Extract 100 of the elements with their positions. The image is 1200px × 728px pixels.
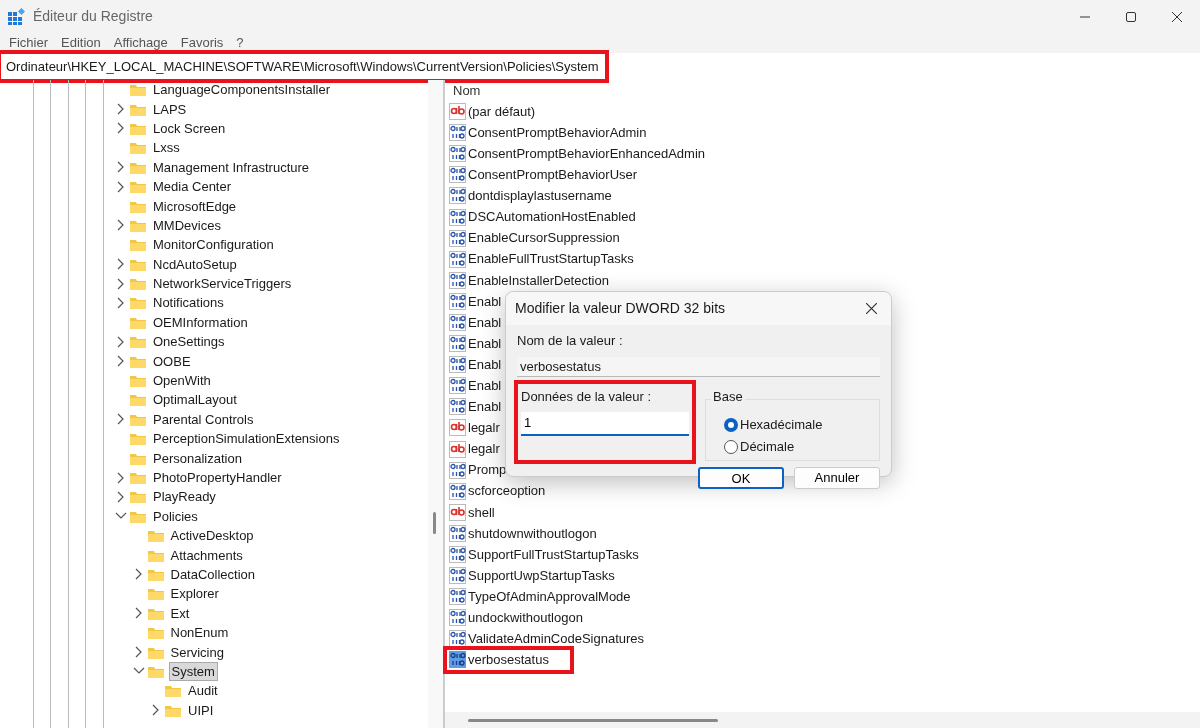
value-name[interactable]: SupportUwpStartupTasks [468,565,615,586]
value-name[interactable]: ConsentPromptBehaviorAdmin [468,122,647,143]
ok-button[interactable]: OK [698,467,784,489]
tree-item[interactable]: PlayReady [151,488,218,506]
scrollbar-thumb[interactable] [468,719,718,722]
tree-item[interactable]: PhotoPropertyHandler [151,469,284,486]
tree-item[interactable]: OneSettings [151,333,227,351]
value-name[interactable]: Enabl [468,354,502,375]
value-name[interactable]: shell [468,502,495,523]
tree-item[interactable]: Explorer [168,585,221,603]
value-name[interactable]: Enabl [468,397,502,417]
scrollbar-thumb[interactable] [433,512,436,534]
value-name[interactable]: shutdownwithoutlogon [468,523,597,544]
value-name[interactable]: dontdisplaylastusername [468,186,612,206]
value-name[interactable]: scforceoption [468,481,546,501]
folder-icon [130,160,146,174]
tree-item[interactable]: NcdAutoSetup [151,255,239,273]
dialog-title: Modifier la valeur DWORD 32 bits [515,299,726,318]
folder-icon [147,529,164,543]
tree-item[interactable]: OEMInformation [151,313,250,331]
folder-icon [130,277,146,291]
value-name[interactable]: ConsentPromptBehaviorUser [468,165,638,185]
close-icon [1172,11,1182,22]
tree-item[interactable]: Notifications [151,294,226,312]
tree-item[interactable]: MMDevices [151,216,223,234]
folder-icon [130,490,146,504]
value-name[interactable]: ConsentPromptBehaviorEnhancedAdmin [468,144,706,164]
folder-icon [130,374,146,388]
tree-item[interactable]: OpenWith [151,372,213,390]
tree-item[interactable]: DataCollection [168,565,258,583]
tree-item[interactable]: OptimalLayout [151,391,239,409]
tree-item[interactable]: Personalization [151,449,244,467]
tree-item[interactable]: Lock Screen [151,119,228,137]
folder-icon [130,451,146,465]
menu-item[interactable]: Affichage [113,33,168,53]
value-name[interactable]: (par défaut) [468,101,536,122]
tree-item[interactable]: Attachments [168,546,245,564]
tree-item[interactable]: PerceptionSimulationExtensions [151,430,342,448]
value-name[interactable]: Enabl [468,291,502,312]
tree-item[interactable]: NetworkServiceTriggers [151,275,294,293]
value-name[interactable]: DSCAutomationHostEnabled [468,207,636,227]
folder-icon [130,218,146,232]
window-title: Éditeur du Registre [33,7,153,26]
value-name[interactable]: undockwithoutlogon [468,608,583,628]
folder-icon [147,645,164,659]
value-name[interactable]: EnableFullTrustStartupTasks [468,249,634,269]
folder-icon [165,684,181,698]
menu-item[interactable]: Edition [61,33,101,53]
tree-item[interactable]: System [168,661,218,681]
radio-button[interactable] [724,440,738,454]
tree-item[interactable]: NonEnum [168,624,231,642]
folder-icon [130,432,146,446]
close-icon [865,303,877,314]
folder-icon [130,509,146,523]
folder-icon [147,567,164,581]
radio-label[interactable]: Hexadécimale [740,415,823,435]
tree-item[interactable]: LAPS [151,100,189,118]
folder-icon [130,102,146,116]
value-name[interactable]: legalr [468,439,500,459]
tree-item[interactable]: Audit [186,682,220,700]
tree-item[interactable]: LanguageComponentsInstaller [151,81,333,99]
cancel-button[interactable]: Annuler [794,467,880,489]
value-name[interactable]: Enabl [468,333,502,354]
address-field[interactable]: Ordinateur\HKEY_LOCAL_MACHINE\SOFTWARE\Microsoft\Windows\CurrentVersion\Policies\System [6,56,599,77]
value-name[interactable]: Enabl [468,312,502,333]
field-label: Nom de la valeur : [517,332,624,350]
tree-item[interactable]: Lxss [151,139,182,157]
tree-item[interactable]: MonitorConfiguration [151,236,276,254]
folder-icon [130,257,146,271]
tree-item[interactable]: Parental Controls [151,410,256,428]
maximize-icon [1126,11,1136,22]
folder-icon [130,141,146,155]
column-header[interactable]: Nom [449,80,1200,101]
folder-icon [130,471,146,484]
tree-item[interactable]: Media Center [151,178,234,196]
value-name[interactable]: EnableInstallerDetection [468,270,609,291]
menu-item[interactable]: Fichier [9,33,48,53]
value-name[interactable]: TypeOfAdminApprovalMode [468,586,631,607]
folder-icon [130,121,146,135]
value-name[interactable]: Enabl [468,376,502,396]
tree-item[interactable]: Servicing [168,643,226,661]
value-name[interactable]: Promp [468,460,507,480]
menu-item[interactable]: Favoris [180,33,224,53]
tree-item[interactable]: Management Infrastructure [151,158,312,176]
value-name[interactable]: ValidateAdminCodeSignatures [468,629,645,649]
radio-label[interactable]: Décimale [740,437,795,457]
tree-item[interactable]: Ext [168,604,192,622]
menu-item[interactable]: ? [236,33,244,53]
value-data-field[interactable]: 1 [521,412,689,436]
value-name[interactable]: SupportFullTrustStartupTasks [468,544,639,565]
tree-item[interactable]: OOBE [151,352,193,370]
tree-item[interactable]: MicrosoftEdge [151,197,239,215]
value-name[interactable]: verbosestatus [468,650,549,670]
value-name[interactable]: EnableCursorSuppression [468,228,620,248]
radio-button[interactable] [724,418,738,432]
tree-item[interactable]: UIPI [186,701,216,719]
tree-item[interactable]: ActiveDesktop [168,527,256,545]
folder-icon [147,606,164,620]
value-name[interactable]: legalr [468,418,500,438]
tree-item[interactable]: Policies [151,507,200,525]
